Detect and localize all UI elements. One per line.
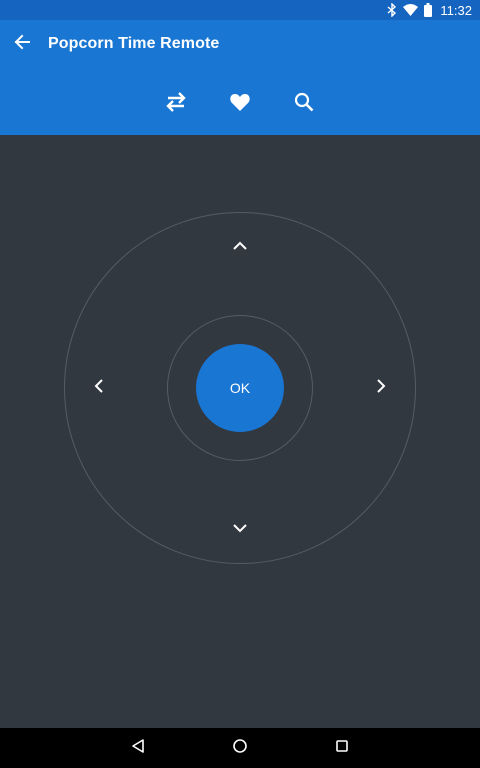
- chevron-down-icon: [232, 520, 248, 538]
- app-title: Popcorn Time Remote: [48, 35, 220, 52]
- arrow-back-icon: [14, 34, 30, 55]
- swap-icon: [164, 91, 188, 117]
- swap-button[interactable]: [160, 88, 192, 120]
- search-icon: [294, 92, 314, 117]
- back-triangle-icon: [130, 738, 146, 759]
- app-bar: Popcorn Time Remote: [0, 20, 480, 135]
- status-time: 11:32: [440, 2, 472, 18]
- nav-back-button[interactable]: [126, 736, 150, 760]
- dpad-down-button[interactable]: [226, 515, 254, 543]
- status-bar: 11:32: [0, 0, 480, 20]
- heart-icon: [230, 93, 250, 116]
- wifi-icon: [403, 4, 419, 16]
- chevron-right-icon: [376, 378, 386, 399]
- favorites-button[interactable]: [224, 88, 256, 120]
- chevron-left-icon: [94, 378, 104, 399]
- nav-home-button[interactable]: [228, 736, 252, 760]
- navigation-bar: [0, 728, 480, 768]
- remote-screen: 11:32 Popcorn Time Remote OK: [0, 0, 480, 768]
- status-icons: 11:32: [387, 0, 472, 20]
- battery-icon: [424, 3, 433, 17]
- recents-square-icon: [335, 739, 349, 758]
- search-button[interactable]: [288, 88, 320, 120]
- nav-recents-button[interactable]: [330, 736, 354, 760]
- home-circle-icon: [232, 738, 248, 759]
- bluetooth-icon: [387, 3, 397, 17]
- dpad-right-button[interactable]: [367, 374, 395, 402]
- chevron-up-icon: [232, 238, 248, 256]
- dpad-up-button[interactable]: [226, 233, 254, 261]
- ok-button[interactable]: OK: [196, 344, 284, 432]
- back-button[interactable]: [6, 28, 38, 60]
- dpad-left-button[interactable]: [85, 374, 113, 402]
